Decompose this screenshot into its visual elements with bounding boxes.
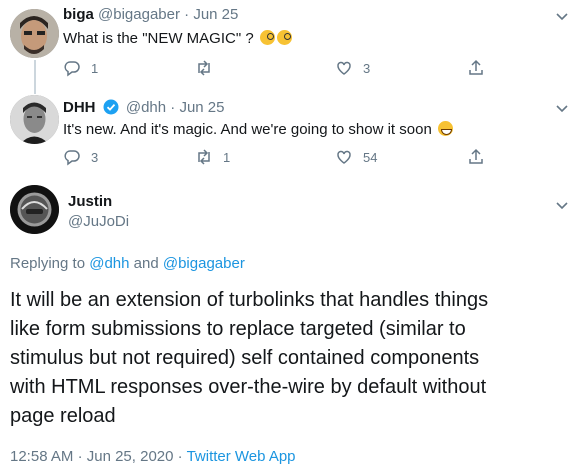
reply-icon	[64, 61, 80, 77]
reply-button[interactable]: 1	[63, 59, 98, 77]
tweet-header: DHH @dhh · Jun 25	[63, 99, 225, 116]
retweet-button[interactable]	[195, 59, 223, 77]
share-icon	[469, 148, 483, 164]
heart-icon	[337, 150, 351, 164]
separator: ·	[177, 448, 183, 465]
tweet-text-content: It's new. And it's magic. And we're goin…	[63, 121, 432, 138]
like-button[interactable]: 54	[335, 148, 377, 166]
grinning-face-emoji-icon	[437, 121, 453, 136]
share-button[interactable]	[467, 148, 495, 166]
monocle-face-emoji-icon	[276, 30, 292, 45]
tweet-text-line: like form submissions to replace targete…	[10, 318, 466, 340]
author-name[interactable]: Justin	[68, 193, 112, 210]
tweet-actions: 3 1 54	[63, 148, 493, 168]
verified-badge-icon	[103, 99, 119, 115]
tweet-biga[interactable]: biga @bigagaber · Jun 25 What is the "NE…	[0, 0, 583, 94]
separator: ·	[184, 6, 190, 23]
author-handle[interactable]: @JuJoDi	[68, 213, 129, 230]
like-count: 54	[363, 149, 378, 165]
replying-and: and	[133, 255, 159, 272]
retweet-count: 1	[223, 149, 231, 165]
like-count: 3	[363, 60, 371, 76]
like-button[interactable]: 3	[335, 59, 370, 77]
avatar[interactable]	[10, 9, 59, 58]
reply-count: 1	[91, 60, 99, 76]
display-name[interactable]: DHH	[63, 99, 96, 116]
mention-link[interactable]: @dhh	[89, 255, 129, 272]
share-icon	[469, 59, 483, 75]
chevron-down-icon[interactable]	[555, 101, 569, 115]
retweet-icon	[198, 149, 210, 165]
reply-button[interactable]: 3	[63, 148, 98, 166]
tweet-text-line: stimulus but not required) self containe…	[10, 347, 480, 369]
replying-to-label: Replying to	[10, 255, 86, 272]
tweet-meta: 12:58 AM · Jun 25, 2020 · Twitter Web Ap…	[10, 448, 296, 465]
tweet-text-line: with HTML responses over-the-wire by def…	[10, 376, 487, 398]
avatar-photo	[10, 95, 59, 144]
monocle-face-emoji-icon	[259, 30, 275, 45]
display-name[interactable]: biga	[63, 6, 94, 23]
retweet-button[interactable]: 1	[195, 148, 230, 166]
tweet-text-line: page reload	[10, 405, 116, 427]
timestamp[interactable]: Jun 25	[193, 6, 238, 23]
main-tweet-text: It will be an extension of turbolinks th…	[10, 286, 488, 431]
tweet-actions: 1 3	[63, 59, 493, 79]
separator: ·	[77, 448, 83, 465]
handle[interactable]: @dhh	[126, 99, 166, 116]
reply-icon	[64, 150, 80, 166]
chevron-down-icon[interactable]	[555, 198, 569, 212]
tweet-text-content: What is the "NEW MAGIC" ?	[63, 30, 254, 47]
avatar-photo	[10, 185, 59, 234]
main-tweet: Justin @JuJoDi Replying to @dhh and @big…	[0, 176, 583, 471]
timestamp[interactable]: Jun 25	[179, 99, 224, 116]
separator: ·	[170, 99, 176, 116]
retweet-icon	[198, 60, 210, 76]
source-link[interactable]: Twitter Web App	[187, 448, 296, 465]
tweet-text: It's new. And it's magic. And we're goin…	[63, 121, 453, 138]
tweet-text: What is the "NEW MAGIC" ?	[63, 30, 292, 47]
replying-to: Replying to @dhh and @bigagaber	[10, 255, 245, 272]
avatar-photo	[10, 9, 59, 58]
chevron-down-icon[interactable]	[555, 9, 569, 23]
date-link[interactable]: Jun 25, 2020	[87, 448, 174, 465]
avatar[interactable]	[10, 185, 59, 234]
mention-link[interactable]: @bigagaber	[163, 255, 245, 272]
avatar[interactable]	[10, 95, 59, 144]
heart-icon	[337, 61, 351, 75]
reply-count: 3	[91, 149, 99, 165]
tweet-header: biga @bigagaber · Jun 25	[63, 6, 238, 23]
share-button[interactable]	[467, 59, 495, 77]
time-link[interactable]: 12:58 AM	[10, 448, 73, 465]
handle[interactable]: @bigagaber	[98, 6, 180, 23]
tweet-dhh[interactable]: DHH @dhh · Jun 25 It's new. And it's mag…	[0, 88, 583, 176]
tweet-text-line: It will be an extension of turbolinks th…	[10, 289, 489, 311]
